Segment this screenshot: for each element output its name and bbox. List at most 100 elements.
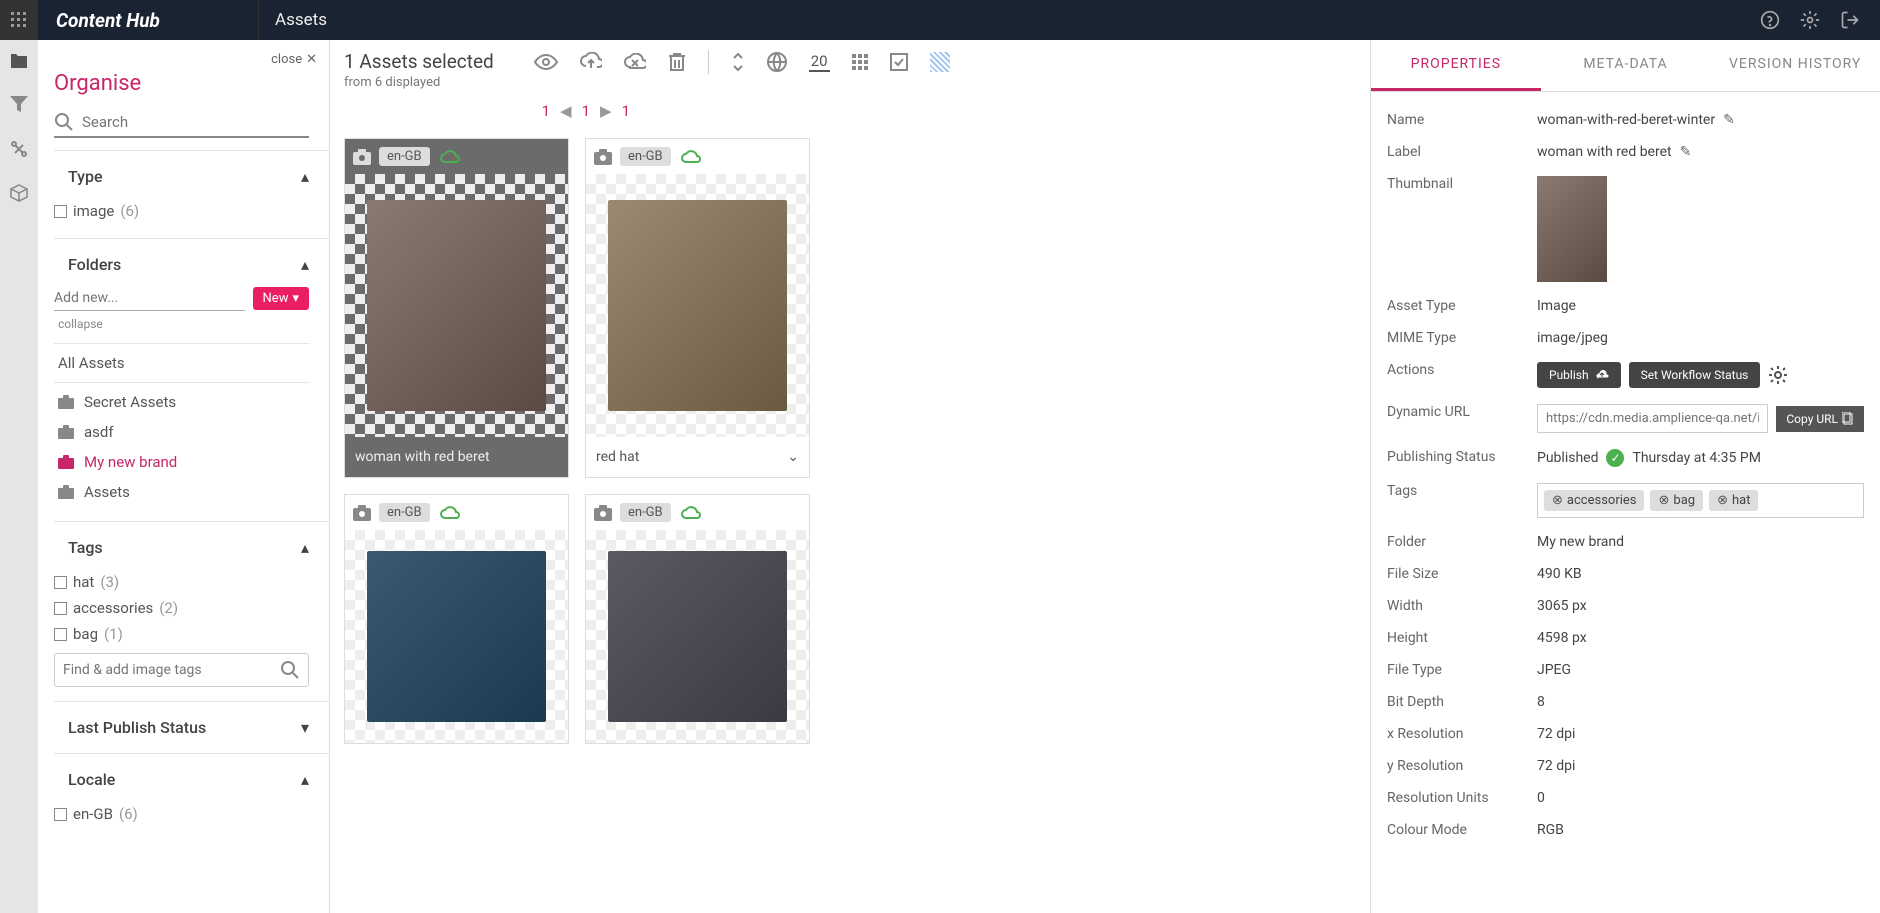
page-size[interactable]: 20 — [809, 52, 830, 72]
prop-folder-value: My new brand — [1537, 534, 1864, 550]
sidebar-search-input[interactable] — [74, 113, 309, 131]
asset-card[interactable]: en-GB — [344, 494, 569, 744]
grid-view-icon[interactable] — [852, 54, 868, 70]
section-folders[interactable]: Folders▴ — [54, 243, 329, 286]
remove-tag-icon: ⊗ — [1658, 493, 1669, 508]
section-locale[interactable]: Locale▴ — [54, 758, 329, 801]
dynamic-url-input[interactable] — [1537, 404, 1768, 433]
logout-icon[interactable] — [1840, 10, 1860, 30]
copy-url-button[interactable]: Copy URL — [1776, 406, 1864, 432]
sort-icon[interactable] — [731, 52, 745, 72]
section-last-publish[interactable]: Last Publish Status▾ — [54, 706, 329, 749]
check-icon: ✓ — [1606, 449, 1624, 467]
rail-folder-icon[interactable] — [8, 50, 30, 72]
camera-icon — [594, 505, 612, 521]
cloud-delete-icon[interactable] — [624, 53, 646, 71]
locale-chip: en-GB — [379, 503, 430, 522]
remove-tag-icon: ⊗ — [1717, 493, 1728, 508]
locale-checkbox[interactable]: en-GB (6) — [54, 801, 309, 827]
locale-chip: en-GB — [379, 147, 430, 166]
tag-chip[interactable]: ⊗bag — [1650, 490, 1703, 511]
upload-icon[interactable] — [580, 52, 602, 72]
rail-filter-icon[interactable] — [8, 94, 30, 116]
trash-icon[interactable] — [668, 52, 686, 72]
close-sidebar[interactable]: close ✕ — [54, 52, 329, 67]
chevron-up-icon: ▴ — [301, 167, 309, 186]
asset-name: red hat — [596, 449, 639, 465]
asset-name: woman with red beret — [355, 449, 490, 465]
pubtime-value: Thursday at 4:35 PM — [1632, 450, 1760, 466]
tag-checkbox[interactable]: hat (3) — [54, 569, 309, 595]
camera-icon — [353, 505, 371, 521]
marquee-icon[interactable] — [930, 52, 950, 72]
tag-chip[interactable]: ⊗accessories — [1544, 490, 1644, 511]
rail-box-icon[interactable] — [8, 182, 30, 204]
prop-assettype-value: Image — [1537, 298, 1864, 314]
rail-tools-icon[interactable] — [8, 138, 30, 160]
prop-height-label: Height — [1387, 630, 1537, 646]
prop-label-label: Label — [1387, 144, 1537, 160]
section-type[interactable]: Type▴ — [54, 155, 329, 198]
type-image-checkbox[interactable]: image (6) — [54, 198, 309, 224]
actions-gear-icon[interactable] — [1768, 365, 1788, 385]
edit-label-icon[interactable]: ✎ — [1680, 144, 1692, 160]
briefcase-icon — [58, 455, 74, 469]
thumbnail-preview — [1537, 176, 1607, 282]
folder-item[interactable]: Assets — [54, 477, 309, 507]
folder-item[interactable]: asdf — [54, 417, 309, 447]
asset-card[interactable]: en-GB — [585, 494, 810, 744]
asset-card[interactable]: en-GB woman with red beret — [344, 138, 569, 478]
prop-colour-label: Colour Mode — [1387, 822, 1537, 838]
properties-panel: PROPERTIES ✕ PROPERTIES META-DATA VERSIO… — [1370, 0, 1880, 913]
tab-properties[interactable]: PROPERTIES — [1371, 40, 1541, 91]
folder-item[interactable]: Secret Assets — [54, 387, 309, 417]
search-icon[interactable] — [280, 660, 300, 680]
prop-name-value: woman-with-red-beret-winter — [1537, 112, 1715, 128]
tag-chip[interactable]: ⊗hat — [1709, 490, 1758, 511]
folder-item[interactable]: My new brand — [54, 447, 309, 477]
apps-menu-button[interactable] — [0, 0, 38, 40]
workflow-button[interactable]: Set Workflow Status — [1629, 362, 1761, 388]
page-next[interactable]: ▶ — [600, 102, 612, 120]
tab-metadata[interactable]: META-DATA — [1541, 40, 1711, 91]
page-first[interactable]: 1 — [542, 102, 550, 120]
selection-count: 1 Assets selected — [344, 50, 494, 73]
collapse-folders[interactable]: collapse — [54, 315, 309, 339]
prop-tags-label: Tags — [1387, 483, 1537, 518]
tags-container[interactable]: ⊗accessories ⊗bag ⊗hat — [1537, 483, 1864, 518]
page-prev[interactable]: ◀ — [560, 102, 572, 120]
remove-tag-icon: ⊗ — [1552, 493, 1563, 508]
tag-search-input[interactable] — [63, 662, 280, 678]
prop-url-label: Dynamic URL — [1387, 404, 1537, 433]
publish-button[interactable]: Publish — [1537, 362, 1621, 388]
prop-name-label: Name — [1387, 112, 1537, 128]
globe-icon[interactable] — [767, 52, 787, 72]
asset-card[interactable]: en-GB red hat⌄ — [585, 138, 810, 478]
tag-checkbox[interactable]: bag (1) — [54, 621, 309, 647]
pubstatus-value: Published — [1537, 450, 1598, 466]
page-last[interactable]: 1 — [622, 102, 630, 120]
briefcase-icon — [58, 395, 74, 409]
edit-name-icon[interactable]: ✎ — [1723, 112, 1735, 128]
help-icon[interactable] — [1760, 10, 1780, 30]
prop-xres-value: 72 dpi — [1537, 726, 1864, 742]
prop-assettype-label: Asset Type — [1387, 298, 1537, 314]
tag-checkbox[interactable]: accessories (2) — [54, 595, 309, 621]
new-folder-button[interactable]: New ▾ — [253, 287, 309, 310]
folder-all-assets[interactable]: All Assets — [54, 348, 309, 378]
organise-sidebar: close ✕ Organise Type▴ image (6) Folders… — [38, 40, 330, 913]
prop-actions-label: Actions — [1387, 362, 1537, 388]
cloud-icon — [440, 150, 460, 164]
prop-width-label: Width — [1387, 598, 1537, 614]
chevron-down-icon[interactable]: ⌄ — [787, 449, 799, 465]
preview-icon[interactable] — [534, 53, 558, 71]
asset-grid-area: 1 Assets selected from 6 displayed 20 1 … — [330, 40, 1370, 913]
settings-icon[interactable] — [1800, 10, 1820, 30]
left-rail — [0, 0, 38, 913]
select-mode-icon[interactable] — [890, 53, 908, 71]
prop-label-value: woman with red beret — [1537, 144, 1672, 160]
section-tags[interactable]: Tags▴ — [54, 526, 329, 569]
add-folder-input[interactable] — [54, 286, 245, 311]
prop-xres-label: x Resolution — [1387, 726, 1537, 742]
tab-version-history[interactable]: VERSION HISTORY — [1710, 40, 1880, 91]
